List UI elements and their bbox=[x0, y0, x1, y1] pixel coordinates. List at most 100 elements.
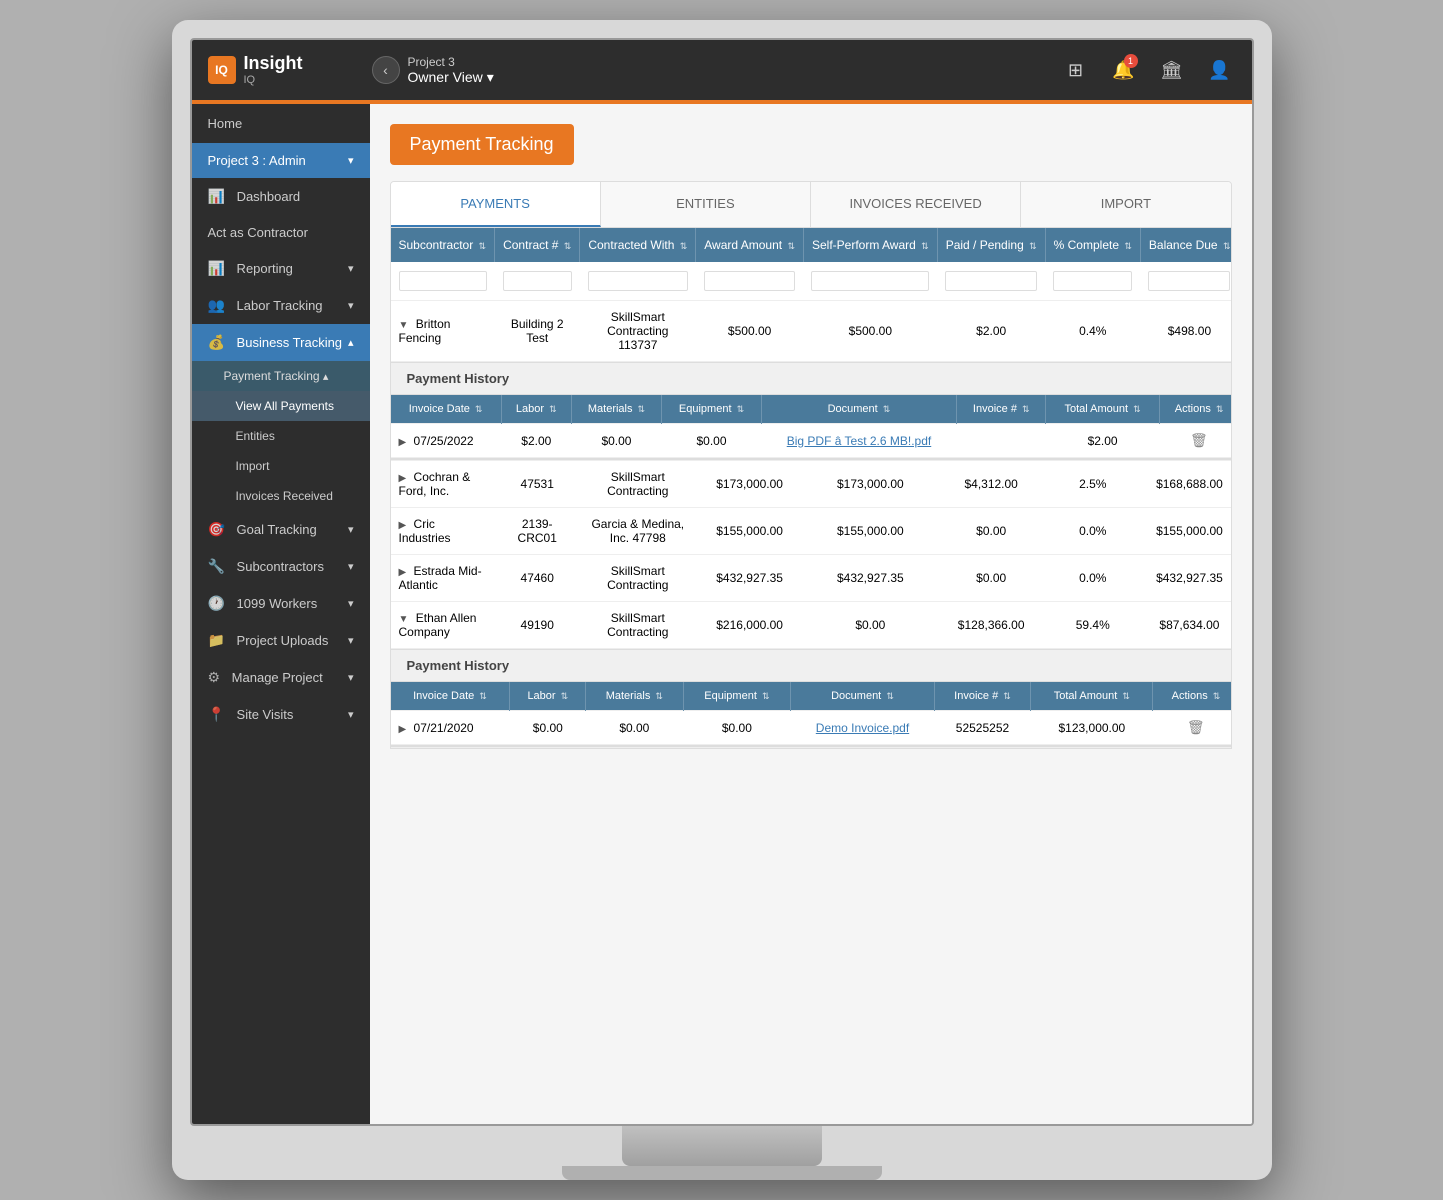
chevron-down-icon: ▾ bbox=[487, 69, 494, 86]
sub-col-equipment[interactable]: Equipment ⇅ bbox=[662, 395, 762, 424]
sidebar-item-dashboard[interactable]: 📊 Dashboard bbox=[192, 178, 370, 215]
sidebar-section-project[interactable]: Project 3 : Admin ▾ bbox=[192, 143, 370, 178]
sub-col-total-amount[interactable]: Total Amount ⇅ bbox=[1046, 395, 1159, 424]
sidebar-item-project-uploads[interactable]: 📁 Project Uploads ▾ bbox=[192, 622, 370, 659]
sort-icon: ⇅ bbox=[1022, 404, 1030, 414]
sort-icon: ⇅ bbox=[883, 404, 891, 414]
award-amount-cell: $173,000.00 bbox=[696, 461, 804, 508]
sub-col-materials[interactable]: Materials ⇅ bbox=[571, 395, 661, 424]
filter-self-perform[interactable] bbox=[811, 271, 929, 291]
sort-icon: ⇅ bbox=[762, 691, 770, 701]
self-perform-cell: $173,000.00 bbox=[803, 461, 937, 508]
filter-subcontractor[interactable] bbox=[399, 271, 487, 291]
award-amount-cell: $216,000.00 bbox=[696, 602, 804, 649]
sidebar-home[interactable]: Home bbox=[192, 104, 370, 143]
sidebar-sub-payment-tracking[interactable]: Payment Tracking ▴ bbox=[192, 361, 370, 391]
col-balance-due[interactable]: Balance Due ⇅ bbox=[1140, 228, 1231, 262]
sidebar-item-reporting[interactable]: 📊 Reporting ▾ bbox=[192, 250, 370, 287]
expand-button[interactable]: ▼ bbox=[399, 614, 409, 625]
sidebar-item-manage-project[interactable]: ⚙ Manage Project ▾ bbox=[192, 659, 370, 696]
pct-complete-cell: 2.5% bbox=[1045, 461, 1140, 508]
sort-icon: ⇅ bbox=[1003, 691, 1011, 701]
sub-col-document[interactable]: Document ⇅ bbox=[791, 682, 934, 711]
sort-icon: ⇅ bbox=[479, 691, 487, 701]
sidebar-item-1099-workers[interactable]: 🕐 1099 Workers ▾ bbox=[192, 585, 370, 622]
sidebar-item-act-as[interactable]: Act as Contractor bbox=[192, 215, 370, 250]
sub-col-labor[interactable]: Labor ⇅ bbox=[510, 682, 586, 711]
col-contracted-with[interactable]: Contracted With ⇅ bbox=[580, 228, 696, 262]
sidebar-sub-import[interactable]: Import bbox=[192, 451, 370, 481]
sub-col-labor[interactable]: Labor ⇅ bbox=[501, 395, 571, 424]
business-icon: 💰 bbox=[208, 334, 225, 350]
manage-icon: ⚙ bbox=[208, 669, 221, 685]
col-contract[interactable]: Contract # ⇅ bbox=[495, 228, 580, 262]
col-paid-pending[interactable]: Paid / Pending ⇅ bbox=[937, 228, 1045, 262]
filter-award-amount[interactable] bbox=[704, 271, 796, 291]
contracted-with-cell: SkillSmart Contracting bbox=[580, 461, 696, 508]
expand-button[interactable]: ▼ bbox=[399, 320, 409, 331]
notification-button[interactable]: 🔔 1 bbox=[1108, 54, 1140, 86]
back-button[interactable]: ‹ bbox=[372, 56, 400, 84]
subcontractor-cell: ▼ Ethan Allen Company bbox=[391, 602, 495, 649]
view-selector[interactable]: Owner View ▾ bbox=[408, 69, 494, 86]
expand-button[interactable]: ▶ bbox=[399, 437, 407, 448]
delete-button[interactable]: 🗑 bbox=[1187, 719, 1205, 735]
user-icon-button[interactable]: 👤 bbox=[1204, 54, 1236, 86]
tab-payments[interactable]: PAYMENTS bbox=[391, 182, 601, 227]
sort-icon: ⇅ bbox=[1216, 404, 1224, 414]
contracted-with-cell: Garcia & Medina, Inc. 47798 bbox=[580, 508, 696, 555]
filter-contract[interactable] bbox=[503, 271, 572, 291]
sidebar-item-labor-tracking[interactable]: 👥 Labor Tracking ▾ bbox=[192, 287, 370, 324]
balance-due-cell: $498.00 bbox=[1140, 301, 1231, 362]
col-self-perform[interactable]: Self-Perform Award ⇅ bbox=[803, 228, 937, 262]
table-row: ▶ Cric Industries 2139-CRC01 Garcia & Me… bbox=[391, 508, 1232, 555]
balance-due-cell: $87,634.00 bbox=[1140, 602, 1231, 649]
expand-button[interactable]: ▶ bbox=[399, 520, 407, 531]
grid-icon-button[interactable]: ⊞ bbox=[1060, 54, 1092, 86]
sidebar-item-goal-tracking[interactable]: 🎯 Goal Tracking ▾ bbox=[192, 511, 370, 548]
payment-history-title: Payment History bbox=[391, 363, 1232, 395]
sort-icon: ⇅ bbox=[1124, 241, 1132, 251]
sidebar-item-business-tracking[interactable]: 💰 Business Tracking ▴ bbox=[192, 324, 370, 361]
sort-icon: ⇅ bbox=[787, 241, 795, 251]
filter-pct-complete[interactable] bbox=[1053, 271, 1132, 291]
building-icon-button[interactable]: 🏛 bbox=[1156, 54, 1188, 86]
view-label: Owner View bbox=[408, 69, 483, 85]
expand-button[interactable]: ▶ bbox=[399, 473, 407, 484]
tab-invoices-received[interactable]: INVOICES RECEIVED bbox=[811, 182, 1021, 227]
sub-col-invoice-date[interactable]: Invoice Date ⇅ bbox=[391, 682, 510, 711]
col-subcontractor[interactable]: Subcontractor ⇅ bbox=[391, 228, 495, 262]
filter-balance-due[interactable] bbox=[1148, 271, 1230, 291]
sidebar-sub-invoices-received[interactable]: Invoices Received bbox=[192, 481, 370, 511]
award-amount-cell: $155,000.00 bbox=[696, 508, 804, 555]
filter-paid-pending[interactable] bbox=[945, 271, 1037, 291]
sub-col-document[interactable]: Document ⇅ bbox=[761, 395, 956, 424]
equipment-cell: $0.00 bbox=[683, 711, 791, 745]
filter-contracted-with[interactable] bbox=[588, 271, 688, 291]
sub-col-invoice-num[interactable]: Invoice # ⇅ bbox=[934, 682, 1031, 711]
pct-complete-cell: 0.0% bbox=[1045, 555, 1140, 602]
sidebar-sub-entities[interactable]: Entities bbox=[192, 421, 370, 451]
tab-entities[interactable]: ENTITIES bbox=[601, 182, 811, 227]
sub-col-total-amount[interactable]: Total Amount ⇅ bbox=[1031, 682, 1153, 711]
sub-col-invoice-num[interactable]: Invoice # ⇅ bbox=[957, 395, 1046, 424]
top-bar-actions: ⊞ 🔔 1 🏛 👤 bbox=[1060, 54, 1236, 86]
expand-button[interactable]: ▶ bbox=[399, 567, 407, 578]
sub-col-equipment[interactable]: Equipment ⇅ bbox=[683, 682, 791, 711]
col-award-amount[interactable]: Award Amount ⇅ bbox=[696, 228, 804, 262]
col-pct-complete[interactable]: % Complete ⇅ bbox=[1045, 228, 1140, 262]
sidebar-item-subcontractors[interactable]: 🔧 Subcontractors ▾ bbox=[192, 548, 370, 585]
sidebar-sub-view-all-payments[interactable]: View All Payments bbox=[192, 391, 370, 421]
sidebar-item-site-visits[interactable]: 📍 Site Visits ▾ bbox=[192, 696, 370, 733]
sub-col-invoice-date[interactable]: Invoice Date ⇅ bbox=[391, 395, 502, 424]
sub-col-materials[interactable]: Materials ⇅ bbox=[586, 682, 683, 711]
sort-icon: ⇅ bbox=[479, 241, 487, 251]
document-link[interactable]: Big PDF â Test 2.6 MB!.pdf bbox=[787, 434, 932, 448]
tab-import[interactable]: IMPORT bbox=[1021, 182, 1230, 227]
labor-icon: 👥 bbox=[208, 297, 225, 313]
labor-cell: $2.00 bbox=[501, 424, 571, 458]
delete-button[interactable]: 🗑 bbox=[1190, 432, 1208, 448]
contract-cell: 47460 bbox=[495, 555, 580, 602]
document-link[interactable]: Demo Invoice.pdf bbox=[816, 721, 909, 735]
expand-button[interactable]: ▶ bbox=[399, 724, 407, 735]
